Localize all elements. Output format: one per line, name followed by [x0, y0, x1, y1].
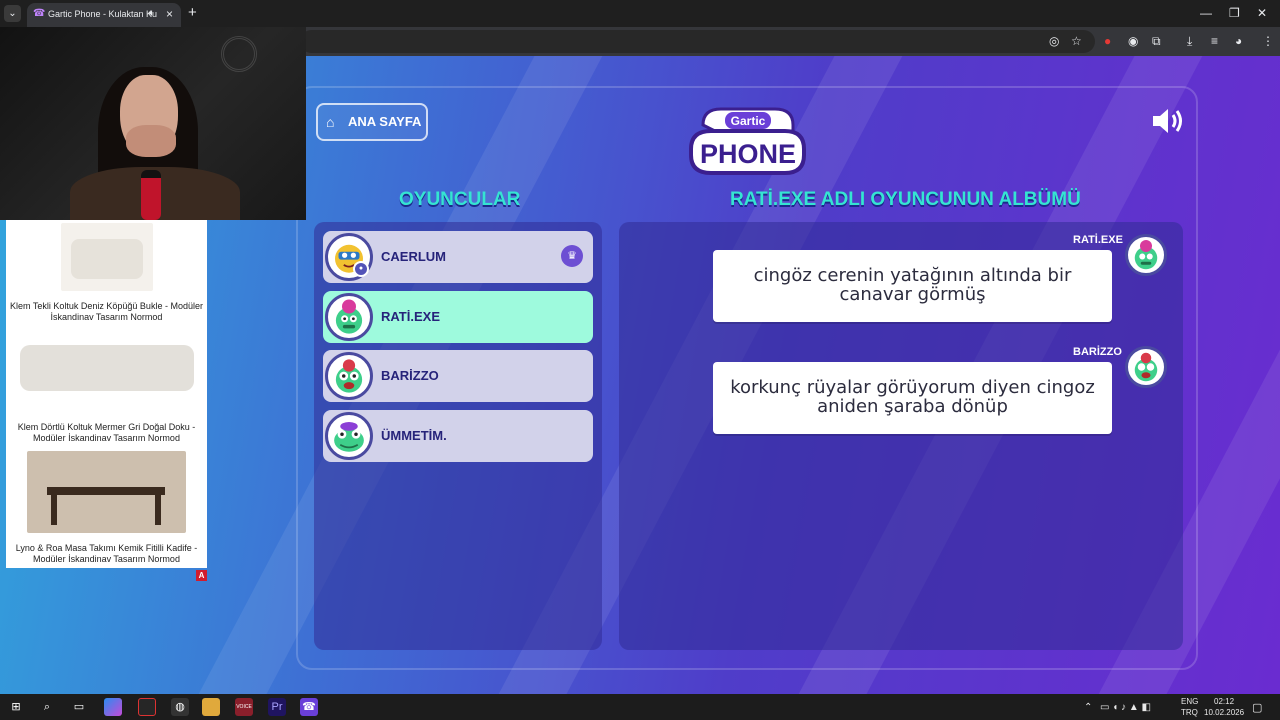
ad-badge[interactable]: A	[196, 570, 207, 581]
ad-panel[interactable]: Klem Tekli Koltuk Deniz Köpüğü Bukle - M…	[6, 220, 207, 581]
album-message: cingöz cerenin yatağının altında bir can…	[713, 250, 1112, 322]
minimize-icon[interactable]: —	[1200, 6, 1212, 20]
home-button[interactable]: ⌂ ANA SAYFA	[316, 103, 428, 141]
tracking-blocked-icon[interactable]: ◎	[1049, 34, 1059, 48]
bookmark-star-icon[interactable]: ☆	[1071, 34, 1082, 48]
chrome-icon[interactable]: ◍	[171, 698, 189, 716]
app-icon[interactable]	[138, 698, 156, 716]
voice-app-icon[interactable]: VOICE	[235, 698, 253, 716]
home-button-label: ANA SAYFA	[348, 114, 422, 129]
download-icon[interactable]: ⤓	[1187, 34, 1192, 48]
player-row[interactable]: BARİZZO	[323, 350, 593, 402]
player-row[interactable]: ● CAERLUM ♛	[323, 231, 593, 283]
wall-decoration	[221, 36, 257, 72]
logo-text-top: Gartic	[731, 114, 766, 128]
album-message-text: cingöz cerenin yatağının altında bir can…	[753, 265, 1072, 305]
player-avatar	[325, 293, 373, 341]
player-name: BARİZZO	[381, 368, 439, 383]
windows-start-icon[interactable]: ⊞	[7, 698, 25, 716]
keyboard-layout[interactable]: TRQ	[1181, 708, 1198, 717]
extension-red-icon[interactable]: ●	[1104, 34, 1111, 48]
notification-icon[interactable]: ▢	[1252, 701, 1262, 714]
tab-audio-icon[interactable]: 🔈︎	[149, 8, 155, 19]
player-name: RATİ.EXE	[381, 309, 440, 324]
search-icon[interactable]: ⌕	[38, 698, 56, 716]
clock-date[interactable]: 10.02.2026	[1204, 708, 1244, 717]
tray-icons[interactable]: ▭ ◖ ♪ ▲ ◧	[1100, 702, 1151, 713]
player-name: ÜMMETİM.	[381, 428, 447, 443]
ad-image-table[interactable]	[27, 451, 186, 533]
logo-text-bottom: PHONE	[700, 139, 796, 169]
player-name: CAERLUM	[381, 249, 446, 264]
album-message-text: korkunç rüyalar görüyorum diyen cingoz a…	[730, 377, 1095, 417]
player-avatar	[325, 412, 373, 460]
media-control-icon[interactable]: ≡	[1211, 34, 1218, 48]
premiere-icon[interactable]: Pr	[268, 698, 286, 716]
album-author: BARİZZO	[1073, 346, 1122, 358]
menu-kebab-icon[interactable]: ⋮	[1262, 34, 1274, 48]
extensions-puzzle-icon[interactable]: ⧉	[1152, 34, 1161, 48]
gartic-app-icon[interactable]: ☎	[300, 698, 318, 716]
clock-time[interactable]: 02:12	[1214, 697, 1234, 706]
player-avatar	[325, 352, 373, 400]
phone-icon: ☎	[33, 8, 46, 19]
task-view-icon[interactable]: ▭	[70, 698, 88, 716]
language-indicator[interactable]: ENG	[1181, 697, 1198, 706]
browser-tab[interactable]: ☎ Gartic Phone - Kulaktan Ku 🔈︎ ×	[27, 3, 181, 27]
player-row-active[interactable]: RATİ.EXE	[323, 291, 593, 343]
webcam-overlay	[0, 27, 306, 220]
ad-caption[interactable]: Klem Tekli Koltuk Deniz Köpüğü Bukle - M…	[8, 301, 205, 323]
sound-icon[interactable]	[1150, 106, 1186, 136]
gartic-phone-logo: Gartic PHONE	[689, 107, 806, 175]
crown-icon: ♛	[561, 245, 583, 267]
album-message: korkunç rüyalar görüyorum diyen cingoz a…	[713, 362, 1112, 434]
album-author: RATİ.EXE	[1073, 234, 1123, 246]
player-row[interactable]: ÜMMETİM.	[323, 410, 593, 462]
copilot-icon[interactable]	[104, 698, 122, 716]
home-icon: ⌂	[326, 114, 335, 130]
close-window-icon[interactable]: ✕	[1257, 6, 1267, 20]
ad-image-sofa[interactable]	[16, 337, 198, 407]
tray-expand-icon[interactable]: ⌃	[1084, 702, 1092, 713]
tab-search-button[interactable]: ⌄	[4, 5, 21, 22]
webcam-hands	[126, 125, 176, 157]
file-explorer-icon[interactable]	[202, 698, 220, 716]
album-author-avatar	[1125, 346, 1167, 388]
os-taskbar: ⊞ ⌕ ▭ ◍ VOICE Pr ☎ ⌃ ▭ ◖ ♪ ▲ ◧ ENG TRQ 0…	[0, 694, 1280, 720]
album-author-avatar	[1125, 234, 1167, 276]
tab-close-icon[interactable]: ×	[166, 7, 173, 21]
user-badge-icon: ●	[353, 261, 369, 277]
players-heading: OYUNCULAR	[399, 189, 521, 210]
new-tab-button[interactable]: +	[188, 4, 197, 21]
restore-icon[interactable]: ❐	[1229, 6, 1240, 20]
address-bar[interactable]	[300, 30, 1095, 53]
profile-avatar-icon[interactable]: ◕	[1235, 34, 1242, 48]
ad-caption[interactable]: Klem Dörtlü Koltuk Mermer Gri Doğal Doku…	[8, 422, 205, 444]
browser-tab-bar: ⌄ ☎ Gartic Phone - Kulaktan Ku 🔈︎ × + — …	[0, 0, 1280, 27]
album-heading: RATİ.EXE ADLI OYUNCUNUN ALBÜMÜ	[730, 189, 1081, 210]
extension-circle-icon[interactable]: ◉	[1128, 34, 1138, 48]
ad-image-armchair[interactable]	[61, 223, 153, 291]
ad-caption[interactable]: Lyno & Roa Masa Takımı Kemik Fitilli Kad…	[8, 543, 205, 565]
microphone	[141, 170, 161, 220]
